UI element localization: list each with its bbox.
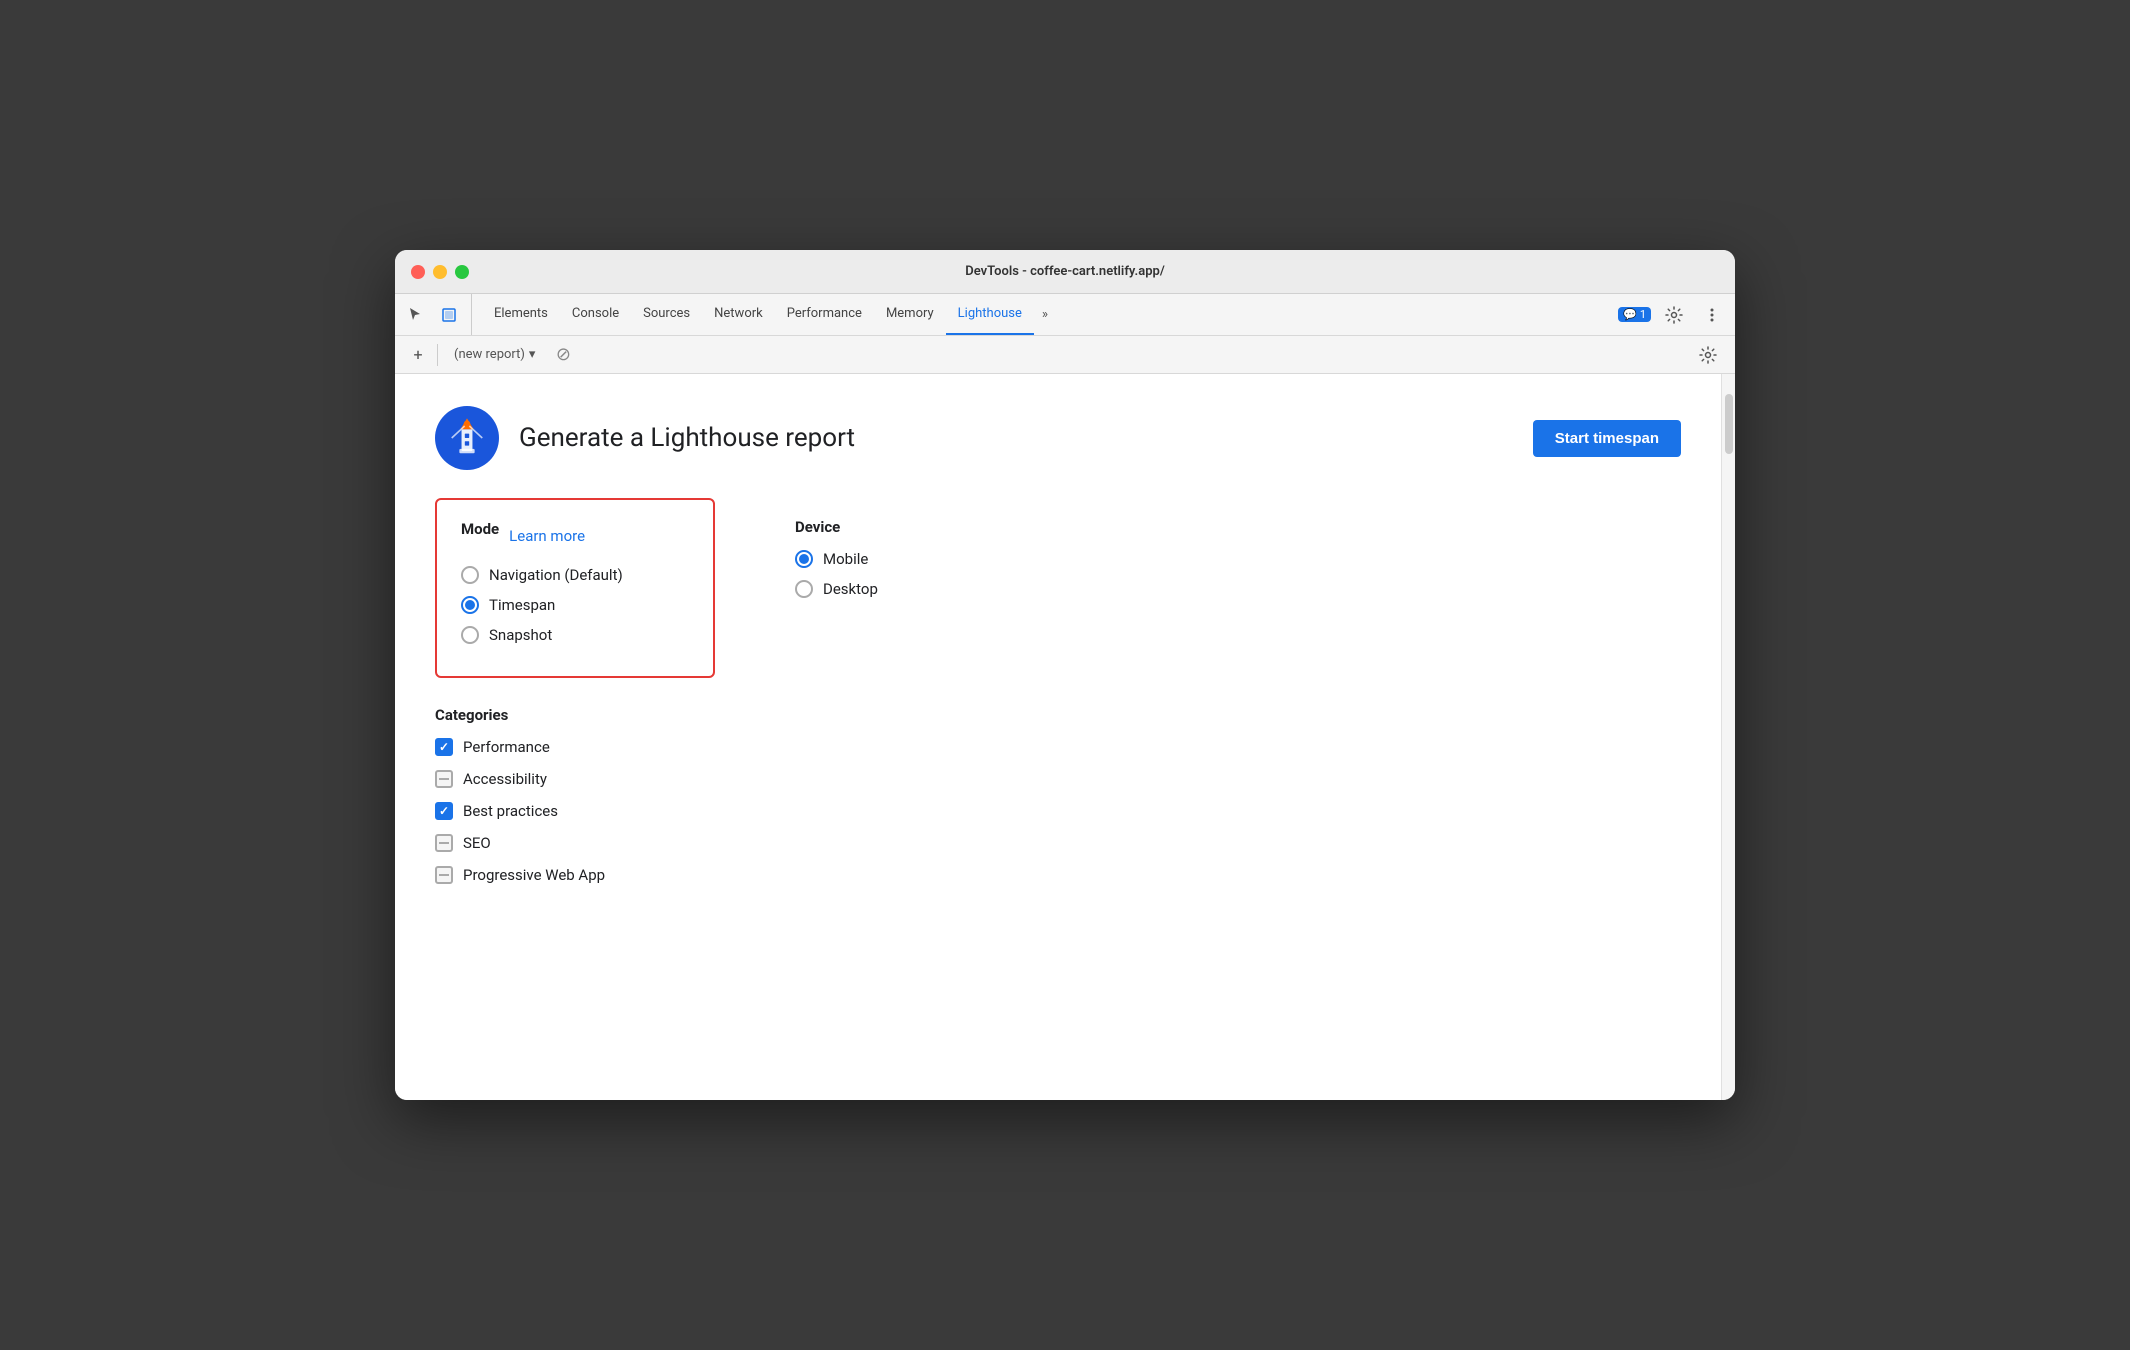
device-mobile-option[interactable]: Mobile [795, 550, 995, 568]
tab-lighthouse[interactable]: Lighthouse [946, 294, 1034, 335]
mode-timespan-option[interactable]: Timespan [461, 596, 689, 614]
main-content: Generate a Lighthouse report Start times… [395, 374, 1721, 1100]
learn-more-link[interactable]: Learn more [509, 527, 585, 545]
category-best-practices[interactable]: ✓ Best practices [435, 802, 1681, 820]
page-title: Generate a Lighthouse report [519, 423, 855, 453]
options-container: Mode Learn more Navigation (Default) Tim… [435, 498, 1681, 678]
traffic-lights [411, 265, 469, 279]
lighthouse-logo [435, 406, 499, 470]
mode-section: Mode Learn more Navigation (Default) Tim… [435, 498, 715, 678]
device-desktop-label: Desktop [823, 580, 878, 598]
tab-bar-right: 💬 1 [1618, 294, 1727, 335]
mode-navigation-radio[interactable] [461, 566, 479, 584]
devtools-toolbar [403, 294, 472, 335]
new-report-plus[interactable]: + [407, 344, 429, 366]
device-mobile-label: Mobile [823, 550, 868, 568]
tab-memory[interactable]: Memory [874, 294, 946, 335]
categories-list: ✓ Performance Accessibility [435, 738, 1681, 884]
device-title: Device [795, 518, 995, 536]
mode-snapshot-radio[interactable] [461, 626, 479, 644]
category-best-practices-checkbox[interactable]: ✓ [435, 802, 453, 820]
settings-icon[interactable] [1659, 302, 1689, 328]
category-performance-checkbox[interactable]: ✓ [435, 738, 453, 756]
cursor-icon[interactable] [403, 303, 427, 327]
mode-timespan-radio[interactable] [461, 596, 479, 614]
devtools-window: DevTools - coffee-cart.netlify.app/ Elem… [395, 250, 1735, 1100]
category-best-practices-label: Best practices [463, 802, 558, 820]
category-accessibility-label: Accessibility [463, 770, 547, 788]
category-accessibility[interactable]: Accessibility [435, 770, 1681, 788]
category-pwa-label: Progressive Web App [463, 866, 605, 884]
category-seo-label: SEO [463, 834, 491, 852]
mode-navigation-option[interactable]: Navigation (Default) [461, 566, 689, 584]
feedback-badge[interactable]: 💬 1 [1618, 307, 1651, 322]
scrollbar-track[interactable] [1721, 374, 1735, 1100]
category-performance[interactable]: ✓ Performance [435, 738, 1681, 756]
tab-more-button[interactable]: » [1034, 294, 1056, 335]
device-desktop-radio[interactable] [795, 580, 813, 598]
categories-section: Categories ✓ Performance Acc [435, 706, 1681, 884]
category-seo-checkbox[interactable] [435, 834, 453, 852]
category-performance-label: Performance [463, 738, 550, 756]
device-mobile-dot [799, 554, 809, 564]
device-desktop-option[interactable]: Desktop [795, 580, 995, 598]
tab-sources[interactable]: Sources [631, 294, 702, 335]
category-pwa[interactable]: Progressive Web App [435, 866, 1681, 884]
mode-timespan-label: Timespan [489, 596, 555, 614]
category-accessibility-checkbox[interactable] [435, 770, 453, 788]
report-selector[interactable]: (new report) ▾ [446, 344, 543, 365]
category-pwa-checkbox[interactable] [435, 866, 453, 884]
inspect-icon[interactable] [437, 303, 461, 327]
tab-performance[interactable]: Performance [775, 294, 874, 335]
tab-network[interactable]: Network [702, 294, 775, 335]
mode-snapshot-label: Snapshot [489, 626, 552, 644]
tab-bar: Elements Console Sources Network Perform… [395, 294, 1735, 336]
tab-console[interactable]: Console [560, 294, 631, 335]
more-options-icon[interactable] [1697, 302, 1727, 328]
mode-timespan-dot [465, 600, 475, 610]
title-bar: DevTools - coffee-cart.netlify.app/ [395, 250, 1735, 294]
cancel-report-icon[interactable]: ⊘ [551, 343, 575, 367]
main-area: Generate a Lighthouse report Start times… [395, 374, 1735, 1100]
mode-snapshot-option[interactable]: Snapshot [461, 626, 689, 644]
scrollbar-thumb[interactable] [1725, 394, 1733, 454]
device-mobile-radio[interactable] [795, 550, 813, 568]
tab-elements[interactable]: Elements [482, 294, 560, 335]
report-settings-icon[interactable] [1693, 342, 1723, 368]
close-button[interactable] [411, 265, 425, 279]
window-title: DevTools - coffee-cart.netlify.app/ [965, 264, 1165, 279]
report-bar-settings [1693, 342, 1723, 368]
report-bar-divider [437, 344, 438, 366]
mode-navigation-label: Navigation (Default) [489, 566, 623, 584]
mode-title: Mode [461, 520, 499, 538]
device-section: Device Mobile Desktop [795, 498, 995, 678]
report-bar: + (new report) ▾ ⊘ [395, 336, 1735, 374]
categories-title: Categories [435, 706, 1681, 724]
lighthouse-header: Generate a Lighthouse report Start times… [435, 406, 1681, 470]
category-seo[interactable]: SEO [435, 834, 1681, 852]
start-timespan-button[interactable]: Start timespan [1533, 420, 1681, 457]
mode-title-row: Mode Learn more [461, 520, 689, 552]
minimize-button[interactable] [433, 265, 447, 279]
lighthouse-header-left: Generate a Lighthouse report [435, 406, 855, 470]
maximize-button[interactable] [455, 265, 469, 279]
